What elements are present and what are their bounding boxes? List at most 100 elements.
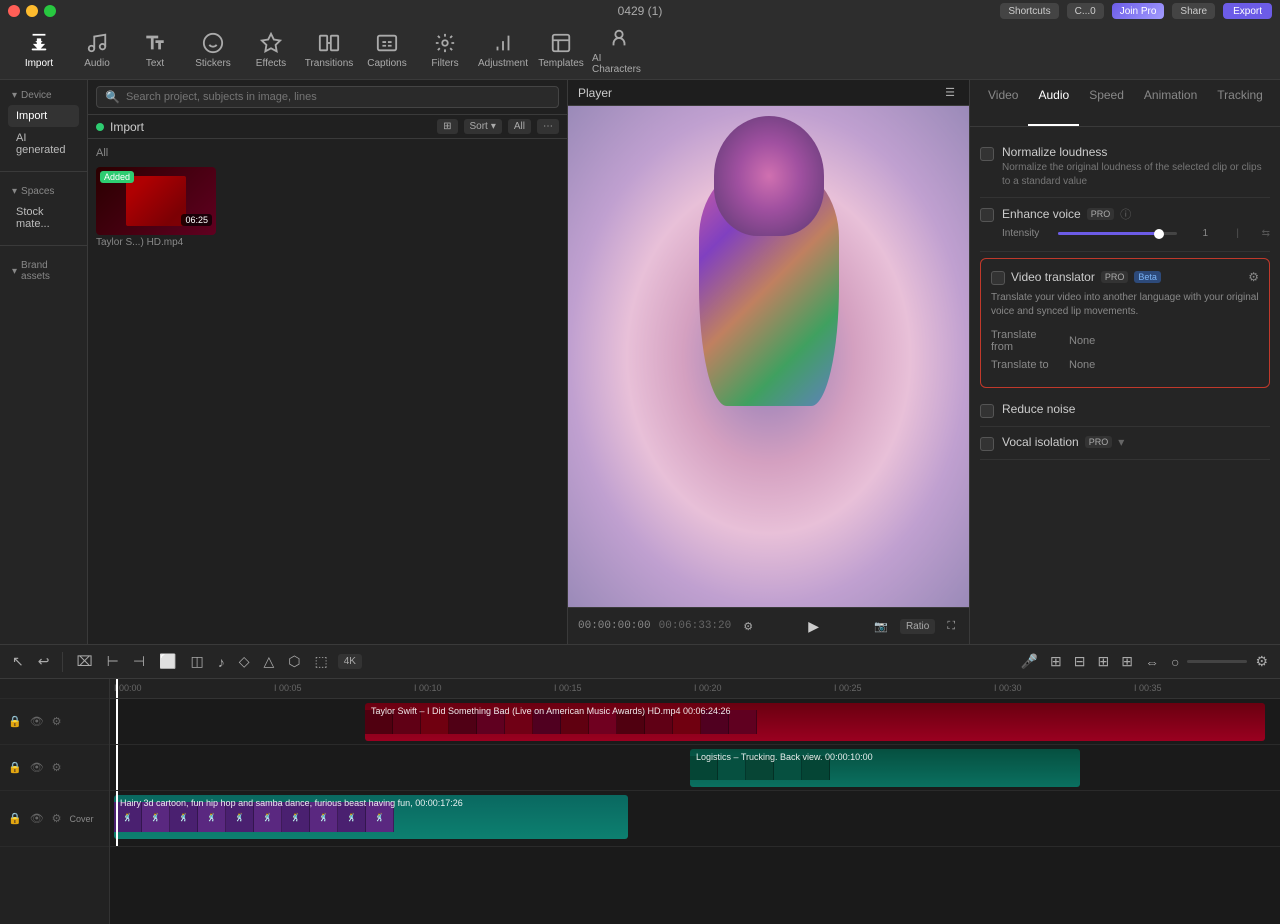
- toolbar-effects[interactable]: Effects: [244, 27, 298, 75]
- track1-more[interactable]: ⚙: [50, 714, 64, 729]
- player-menu-button[interactable]: ☰: [941, 84, 959, 101]
- vt-checkbox[interactable]: [991, 271, 1005, 285]
- timeline-right-tools: 🎤 ⊞ ⊟ ⊞ ⊞ ⇔ ○ ⚙: [1017, 650, 1272, 673]
- media-item-0[interactable]: Added 06:25 Taylor S...) HD.mp4: [96, 167, 216, 248]
- snapshot-button[interactable]: 📷: [870, 618, 892, 635]
- crop-tool[interactable]: ⬡: [284, 650, 304, 673]
- zoom-slider[interactable]: [1187, 660, 1247, 663]
- clip-teal-2[interactable]: Hairy 3d cartoon, fun hip hop and samba …: [114, 795, 628, 839]
- ratio-button[interactable]: Ratio: [900, 619, 935, 634]
- media-import-toolbar: Import ⊞ Sort ▾ All ⋯: [88, 115, 567, 139]
- track2-lock[interactable]: 🔒: [6, 760, 24, 775]
- search-box[interactable]: 🔍: [96, 86, 559, 108]
- close-button[interactable]: [8, 5, 20, 17]
- track1-eye[interactable]: 👁: [28, 714, 46, 729]
- titlebar: 0429 (1) Shortcuts C...0 Join Pro Share …: [0, 0, 1280, 22]
- user-button[interactable]: C...0: [1067, 3, 1104, 19]
- keyframe-tool[interactable]: ◇: [235, 650, 254, 673]
- toolbar-ai-characters[interactable]: AI Characters: [592, 27, 646, 75]
- ruler-2: I 00:10: [414, 683, 442, 693]
- search-input[interactable]: [126, 91, 550, 103]
- track3-lock[interactable]: 🔒: [6, 811, 24, 826]
- shortcuts-button[interactable]: Shortcuts: [1000, 3, 1058, 19]
- export-button[interactable]: Export: [1223, 3, 1272, 19]
- trim-end-tool[interactable]: ⊣: [129, 650, 149, 673]
- toolbar-text[interactable]: Text: [128, 27, 182, 75]
- ruler-5: I 00:25: [834, 683, 862, 693]
- vt-settings-icon[interactable]: ⚙: [1248, 270, 1259, 284]
- fullscreen-button[interactable]: ⛶: [943, 618, 959, 635]
- layout-3[interactable]: ⊞: [1094, 650, 1114, 673]
- shape-tool[interactable]: △: [259, 650, 278, 673]
- track2-eye[interactable]: 👁: [28, 760, 46, 775]
- tracks-scroll: I 00:00 I 00:05 I 00:10 I 00:15 I 00:20 …: [110, 679, 1280, 924]
- spaces-section-title: ▾ Spaces: [8, 182, 79, 201]
- trim-start-tool[interactable]: ⊢: [103, 650, 123, 673]
- toolbar-adjustment[interactable]: Adjustment: [476, 27, 530, 75]
- delete-tool[interactable]: ⬜: [155, 650, 180, 673]
- player-controls: 00:00:00:00 00:06:33:20 ⚙ ▶ 📷 Ratio ⛶: [568, 607, 969, 644]
- snap-tool[interactable]: ⊞: [1117, 650, 1137, 673]
- normalize-checkbox[interactable]: [980, 147, 994, 161]
- undo-button[interactable]: ↩: [34, 650, 54, 673]
- toolbar-stickers[interactable]: Stickers: [186, 27, 240, 75]
- more-options-button[interactable]: ⋯: [537, 119, 559, 134]
- stabilize-tool[interactable]: 4K: [338, 654, 362, 669]
- audio-tool[interactable]: ♪: [214, 651, 229, 673]
- layout-1[interactable]: ⊞: [1046, 650, 1066, 673]
- sidebar-item-stock-mate[interactable]: Stock mate...: [8, 201, 79, 235]
- vocal-isolation-checkbox[interactable]: [980, 437, 994, 451]
- track2-area: Logistics – Trucking. Back view. 00:00:1…: [110, 745, 1280, 791]
- intensity-track[interactable]: [1058, 232, 1177, 235]
- share-button[interactable]: Share: [1172, 3, 1215, 19]
- reduce-noise-checkbox[interactable]: [980, 404, 994, 418]
- layout-2[interactable]: ⊟: [1070, 650, 1090, 673]
- tab-adjustment[interactable]: Adjustment: [1273, 80, 1280, 126]
- enhance-option: Enhance voice PRO ⓘ Intensity 1 | ⇆: [980, 198, 1270, 252]
- magnet-tool[interactable]: ○: [1167, 651, 1183, 673]
- grid-view-button[interactable]: ⊞: [437, 119, 457, 134]
- toolbar-filters[interactable]: Filters: [418, 27, 472, 75]
- maximize-button[interactable]: [44, 5, 56, 17]
- tab-animation[interactable]: Animation: [1134, 80, 1207, 126]
- clip-video-main[interactable]: Taylor Swift – I Did Something Bad (Live…: [365, 703, 1265, 741]
- toolbar-audio[interactable]: Audio: [70, 27, 124, 75]
- tab-speed[interactable]: Speed: [1079, 80, 1134, 126]
- join-pro-button[interactable]: Join Pro: [1112, 3, 1165, 19]
- search-icon: 🔍: [105, 90, 120, 104]
- divider-2: [0, 245, 87, 246]
- minimize-button[interactable]: [26, 5, 38, 17]
- tab-audio[interactable]: Audio: [1028, 80, 1079, 126]
- vocal-dropdown-icon: ▾: [1118, 435, 1124, 449]
- tab-tracking[interactable]: Tracking: [1207, 80, 1273, 126]
- mic-button[interactable]: 🎤: [1017, 650, 1042, 673]
- toolbar-captions[interactable]: Captions: [360, 27, 414, 75]
- sidebar-item-ai-generated[interactable]: AI generated: [8, 127, 79, 161]
- toolbar-transitions[interactable]: Transitions: [302, 27, 356, 75]
- track1-lock[interactable]: 🔒: [6, 714, 24, 729]
- track2-more[interactable]: ⚙: [50, 760, 64, 775]
- tab-video[interactable]: Video: [978, 80, 1028, 126]
- cursor-tool[interactable]: ↖: [8, 650, 28, 673]
- fit-button[interactable]: ⚙: [1251, 650, 1272, 673]
- link-tool[interactable]: ⇔: [1141, 651, 1163, 673]
- clip-label-main: Taylor Swift – I Did Something Bad (Live…: [371, 706, 1259, 716]
- track3-eye[interactable]: 👁: [28, 811, 46, 826]
- toolbar-import[interactable]: Import: [12, 27, 66, 75]
- sidebar-item-import[interactable]: Import: [8, 105, 79, 127]
- play-button[interactable]: ▶: [802, 614, 826, 638]
- settings-button[interactable]: ⚙: [739, 618, 757, 635]
- enhance-checkbox[interactable]: [980, 208, 994, 222]
- track3-more[interactable]: ⚙: [50, 811, 64, 826]
- all-filter-button[interactable]: All: [508, 119, 531, 134]
- tl-sep-1: [62, 652, 63, 672]
- clip-teal-1[interactable]: Logistics – Trucking. Back view. 00:00:1…: [690, 749, 1080, 787]
- toolbar-templates[interactable]: Templates: [534, 27, 588, 75]
- speed-tool[interactable]: ⬚: [310, 650, 331, 673]
- split-tool[interactable]: ⌧: [72, 650, 96, 673]
- sort-button[interactable]: Sort ▾: [464, 119, 502, 134]
- composite-tool[interactable]: ◫: [186, 650, 207, 673]
- video-preview: [568, 106, 969, 607]
- brand-section: ▾ Brand assets: [0, 250, 87, 292]
- window-controls[interactable]: [8, 5, 56, 17]
